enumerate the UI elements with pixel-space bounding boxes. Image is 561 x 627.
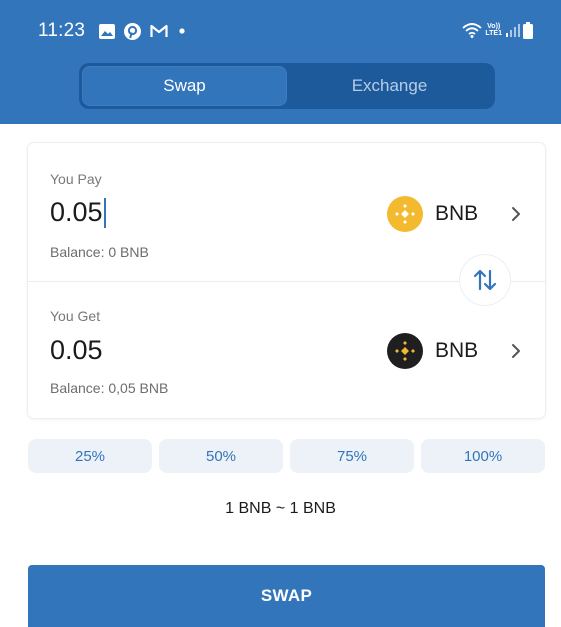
swap-arrows-icon xyxy=(473,269,497,291)
get-amount-text: 0.05 xyxy=(50,335,103,365)
pay-balance: Balance: 0 BNB xyxy=(50,244,149,260)
status-time: 11:23 xyxy=(38,20,86,41)
swap-direction-button[interactable] xyxy=(460,255,510,305)
text-cursor xyxy=(103,197,106,228)
percent-100-button[interactable]: 100% xyxy=(421,439,545,473)
gallery-icon xyxy=(99,23,115,39)
bnb-coin-icon xyxy=(387,333,423,369)
pay-token-selector[interactable]: BNB xyxy=(387,193,525,235)
system-icons: Vo)) LTE1 xyxy=(462,20,533,40)
percent-25-button[interactable]: 25% xyxy=(28,439,152,473)
status-bar: 11:23 Vo)) LTE1 xyxy=(0,0,561,56)
notification-icons xyxy=(99,22,187,40)
exchange-rate: 1 BNB ~ 1 BNB xyxy=(225,500,336,517)
percent-buttons: 25% 50% 75% 100% xyxy=(28,439,545,473)
swap-exchange-tabs: Swap Exchange xyxy=(79,63,495,109)
bnb-coin-icon xyxy=(387,196,423,232)
pay-amount-input[interactable]: 0.05 xyxy=(50,197,106,228)
get-token-selector[interactable]: BNB xyxy=(387,330,525,372)
pay-token-name: BNB xyxy=(435,202,479,225)
you-pay-label: You Pay xyxy=(50,171,102,187)
swap-card: You Pay 0.05 Balance: 0 BNB BNB You Get … xyxy=(28,143,545,418)
pay-amount-value: 0.05 xyxy=(50,197,103,227)
percent-50-button[interactable]: 50% xyxy=(159,439,283,473)
tab-swap[interactable]: Swap xyxy=(82,66,287,106)
signal-icon xyxy=(506,24,520,37)
get-balance: Balance: 0,05 BNB xyxy=(50,380,169,396)
pinterest-icon xyxy=(124,22,141,40)
percent-75-button[interactable]: 75% xyxy=(290,439,414,473)
wifi-icon xyxy=(462,23,482,38)
get-amount-value: 0.05 xyxy=(50,335,103,366)
gmail-icon xyxy=(150,24,168,37)
battery-icon xyxy=(523,21,533,39)
chevron-right-icon xyxy=(512,207,520,221)
dot-icon xyxy=(179,28,185,34)
get-token-name: BNB xyxy=(435,339,479,362)
swap-button[interactable]: SWAP xyxy=(28,565,545,627)
chevron-right-icon xyxy=(512,344,520,358)
tab-exchange[interactable]: Exchange xyxy=(287,66,492,106)
you-get-label: You Get xyxy=(50,308,101,324)
lte-label: LTE1 xyxy=(485,30,502,37)
app-header: 11:23 Vo)) LTE1 Swap Exchange xyxy=(0,0,561,124)
volte-lte-icon: Vo)) LTE1 xyxy=(485,23,502,37)
volte-label: Vo)) xyxy=(487,23,501,30)
